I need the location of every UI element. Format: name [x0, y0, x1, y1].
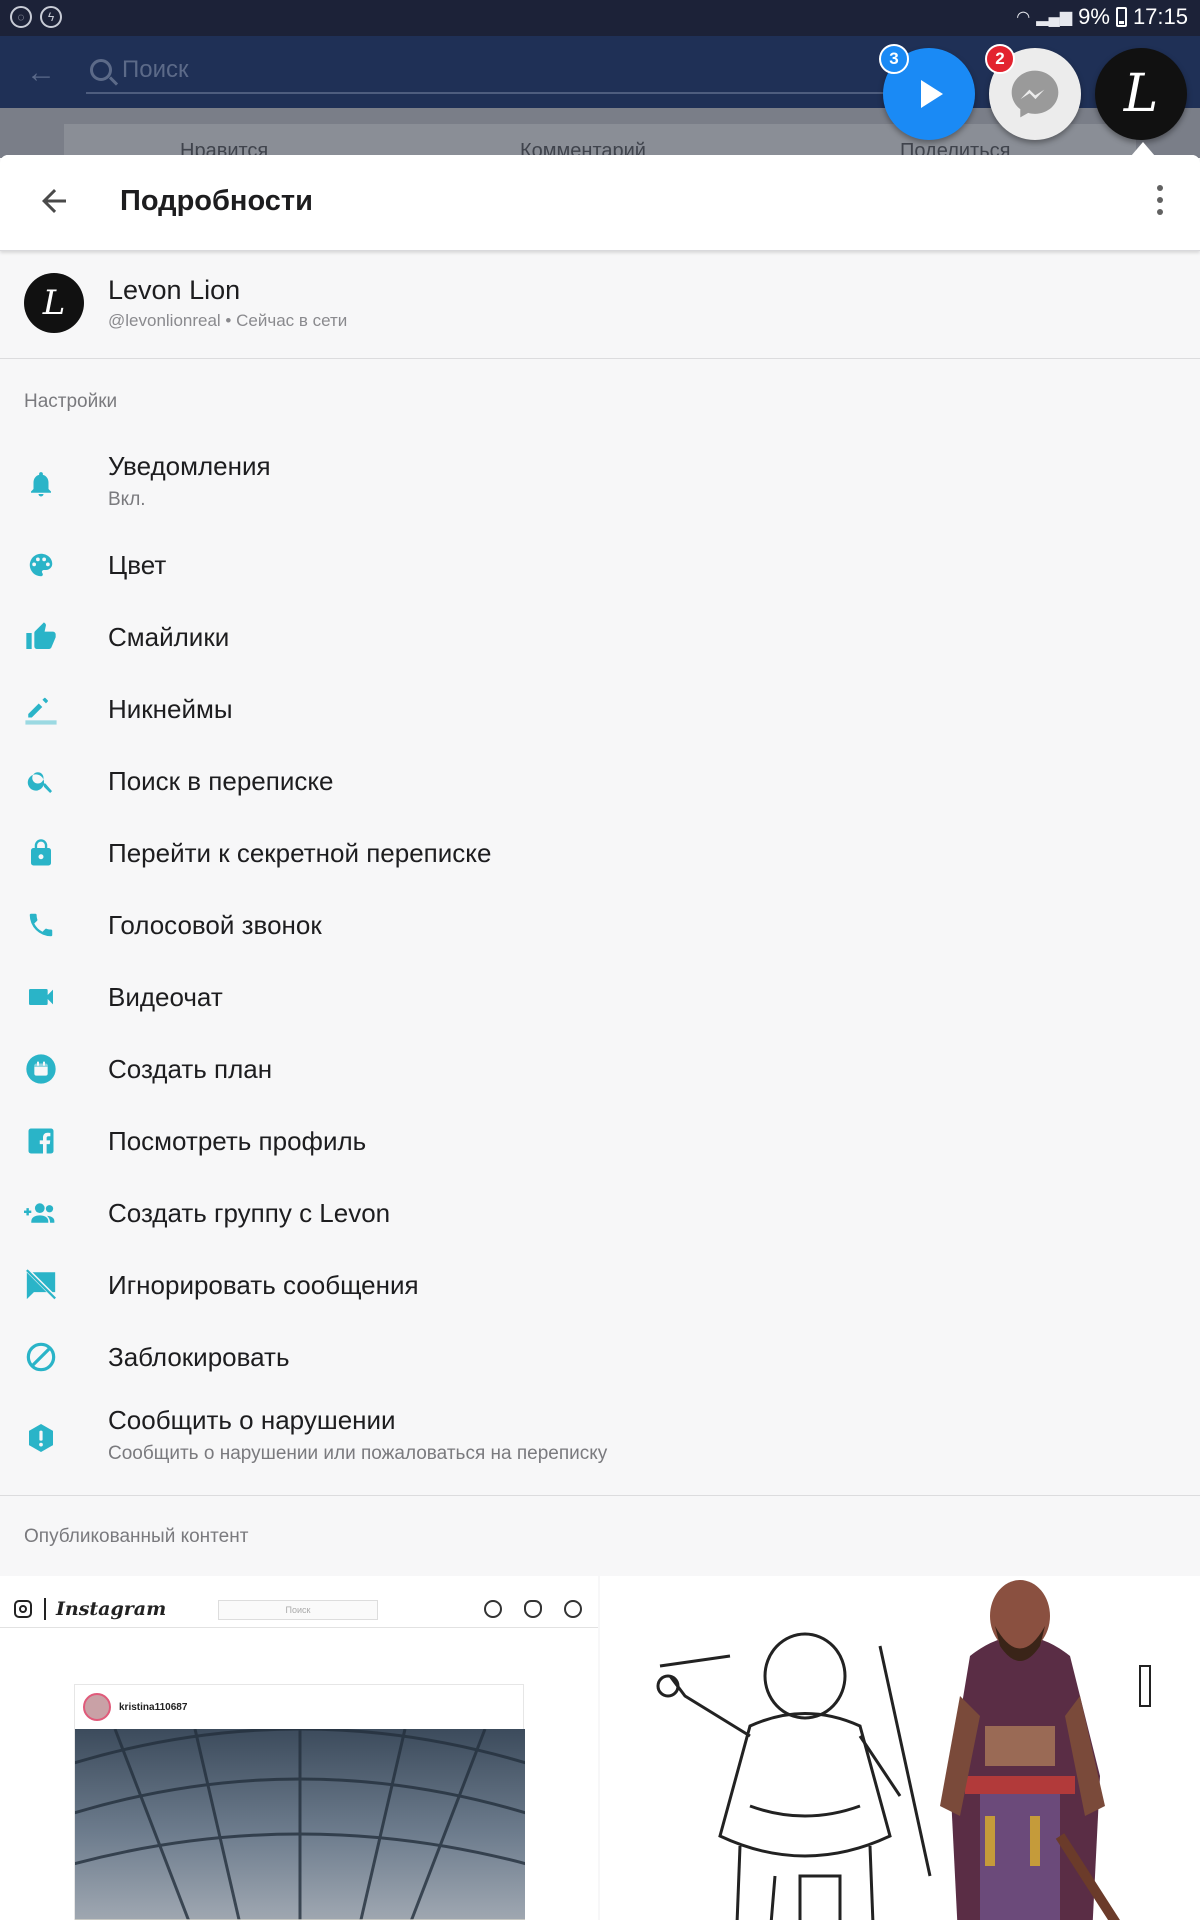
signal-icon: ▂▄▆ — [1036, 9, 1073, 26]
unread-badge: 3 — [879, 44, 909, 74]
sync-notification-icon: ◌ — [10, 6, 32, 28]
compass-icon — [484, 1600, 502, 1618]
instagram-wordmark: Instagram — [56, 1598, 167, 1620]
settings-item-emoji[interactable]: Смайлики — [0, 601, 1200, 673]
settings-item-sublabel: Сообщить о нарушении или пожаловаться на… — [108, 1443, 608, 1464]
settings-item-label: Голосовой звонок — [108, 910, 322, 940]
settings-item-label: Никнеймы — [108, 694, 233, 724]
instagram-search: Поиск — [218, 1600, 378, 1620]
profile-status: @levonlionreal • Сейчас в сети — [108, 311, 348, 330]
background-search-placeholder: Поиск — [122, 56, 189, 83]
page-title: Подробности — [120, 185, 313, 217]
settings-item-label: Видеочат — [108, 982, 223, 1012]
published-content-grid: Instagram Поиск kristina110687 — [0, 1576, 1200, 1920]
background-search-field: Поиск — [86, 48, 946, 94]
play-icon — [921, 80, 943, 108]
battery-percent: 9% — [1078, 4, 1110, 29]
pencil-icon — [24, 692, 58, 726]
background-back-arrow-icon: ← — [26, 56, 56, 89]
video-chat-head[interactable]: 3 — [879, 44, 975, 140]
settings-item-voice-call[interactable]: Голосовой звонок — [0, 889, 1200, 961]
unread-badge: 2 — [985, 44, 1015, 74]
instagram-header: Instagram Поиск — [0, 1588, 598, 1628]
instagram-post: kristina110687 — [74, 1684, 525, 1920]
settings-item-video-chat[interactable]: Видеочат — [0, 961, 1200, 1033]
status-bar: ◌ ϟ ◠ ▂▄▆ 9% 17:15 — [0, 0, 1200, 36]
conversation-details-panel: Подробности L Levon Lion @levonlionreal … — [0, 155, 1200, 1920]
settings-item-create-plan[interactable]: Создать план — [0, 1033, 1200, 1105]
settings-item-color[interactable]: Цвет — [0, 529, 1200, 601]
phone-icon — [24, 908, 58, 942]
settings-item-label: Заблокировать — [108, 1342, 290, 1372]
background-search-icon — [90, 59, 112, 81]
active-chat-pointer — [1131, 142, 1155, 156]
back-arrow-icon[interactable] — [36, 183, 72, 219]
settings-item-sublabel: Вкл. — [108, 489, 146, 510]
more-options-icon[interactable] — [1156, 185, 1164, 215]
settings-item-ignore-messages[interactable]: Игнорировать сообщения — [0, 1249, 1200, 1321]
instagram-camera-icon — [14, 1600, 32, 1618]
settings-item-notifications[interactable]: Уведомления Вкл. — [0, 439, 1200, 529]
settings-item-view-profile[interactable]: Посмотреть профиль — [0, 1105, 1200, 1177]
facebook-icon — [24, 1124, 58, 1158]
settings-item-search[interactable]: Поиск в переписке — [0, 745, 1200, 817]
settings-item-label: Создать план — [108, 1054, 273, 1084]
published-content-title: Опубликованный контент — [24, 1526, 249, 1547]
profile-name: Levon Lion — [108, 275, 241, 305]
wifi-icon: ◠ — [1016, 9, 1031, 26]
settings-item-report[interactable]: Сообщить о нарушении Сообщить о нарушени… — [0, 1393, 1200, 1483]
bell-icon — [24, 467, 58, 501]
profile-icon — [564, 1600, 582, 1618]
settings-item-label: Посмотреть профиль — [108, 1126, 367, 1156]
calendar-icon — [24, 1052, 58, 1086]
messenger-icon — [1011, 70, 1059, 118]
report-icon — [24, 1421, 58, 1455]
settings-item-label: Смайлики — [108, 622, 230, 652]
published-content-thumbnail[interactable]: Instagram Поиск kristina110687 — [0, 1576, 598, 1920]
settings-item-label: Перейти к секретной переписке — [108, 838, 492, 868]
user-chat-head[interactable]: L — [1095, 48, 1187, 140]
avatar[interactable]: L — [24, 273, 84, 333]
clock: 17:15 — [1132, 4, 1188, 29]
search-icon — [24, 764, 58, 798]
settings-item-label: Цвет — [108, 550, 167, 580]
messenger-chat-head[interactable]: 2 — [985, 44, 1081, 140]
lock-icon — [24, 836, 58, 870]
post-username: kristina110687 — [119, 1701, 188, 1713]
settings-item-nicknames[interactable]: Никнеймы — [0, 673, 1200, 745]
video-camera-icon — [24, 980, 58, 1014]
settings-item-secret-conversation[interactable]: Перейти к секретной переписке — [0, 817, 1200, 889]
mute-message-icon — [24, 1268, 58, 1302]
thumbs-up-icon — [24, 620, 58, 654]
details-toolbar: Подробности — [0, 155, 1200, 251]
settings-item-create-group[interactable]: Создать группу с Levon — [0, 1177, 1200, 1249]
post-photo — [75, 1729, 525, 1920]
settings-item-label: Сообщить о нарушении — [108, 1405, 396, 1435]
profile-header[interactable]: L Levon Lion @levonlionreal • Сейчас в с… — [0, 251, 1200, 359]
settings-item-label: Создать группу с Levon — [108, 1198, 391, 1228]
published-content-thumbnail[interactable] — [600, 1576, 1200, 1920]
settings-item-label: Уведомления — [108, 451, 271, 481]
settings-item-label: Поиск в переписке — [108, 766, 334, 796]
block-icon — [24, 1340, 58, 1374]
post-avatar — [83, 1693, 111, 1721]
separator — [44, 1598, 46, 1620]
settings-section-title: Настройки — [24, 391, 118, 412]
character-artwork — [656, 1580, 1151, 1920]
heart-icon — [524, 1600, 542, 1618]
settings-item-block[interactable]: Заблокировать — [0, 1321, 1200, 1393]
settings-item-label: Игнорировать сообщения — [108, 1270, 419, 1300]
palette-icon — [24, 548, 58, 582]
messenger-notification-icon: ϟ — [40, 6, 62, 28]
battery-icon — [1115, 7, 1127, 27]
add-group-icon — [24, 1196, 58, 1230]
